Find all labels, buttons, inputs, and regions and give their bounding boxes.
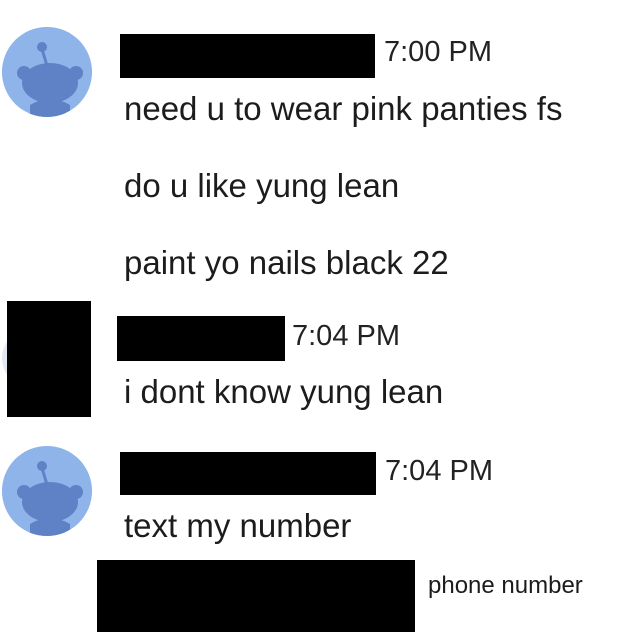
message-text: text my number xyxy=(124,507,352,544)
reddit-snoo-icon xyxy=(2,27,92,117)
reddit-snoo-icon xyxy=(2,446,92,536)
message-text: do u like yung lean xyxy=(124,167,400,204)
redacted-phone-number xyxy=(97,560,415,632)
message-text: i dont know yung lean xyxy=(124,373,444,410)
redacted-avatar xyxy=(7,301,91,417)
avatar[interactable] xyxy=(2,27,92,117)
redacted-username xyxy=(117,316,285,361)
message-timestamp: 7:04 PM xyxy=(385,455,493,487)
message-timestamp: 7:04 PM xyxy=(292,320,400,352)
redacted-username xyxy=(120,34,375,78)
avatar[interactable] xyxy=(2,446,92,536)
redacted-username xyxy=(120,452,376,495)
message-text: paint yo nails black 22 xyxy=(124,244,449,281)
annotation-label: phone number xyxy=(428,572,583,599)
message-timestamp: 7:00 PM xyxy=(384,36,492,68)
message-text: need u to wear pink panties fs xyxy=(124,90,563,127)
